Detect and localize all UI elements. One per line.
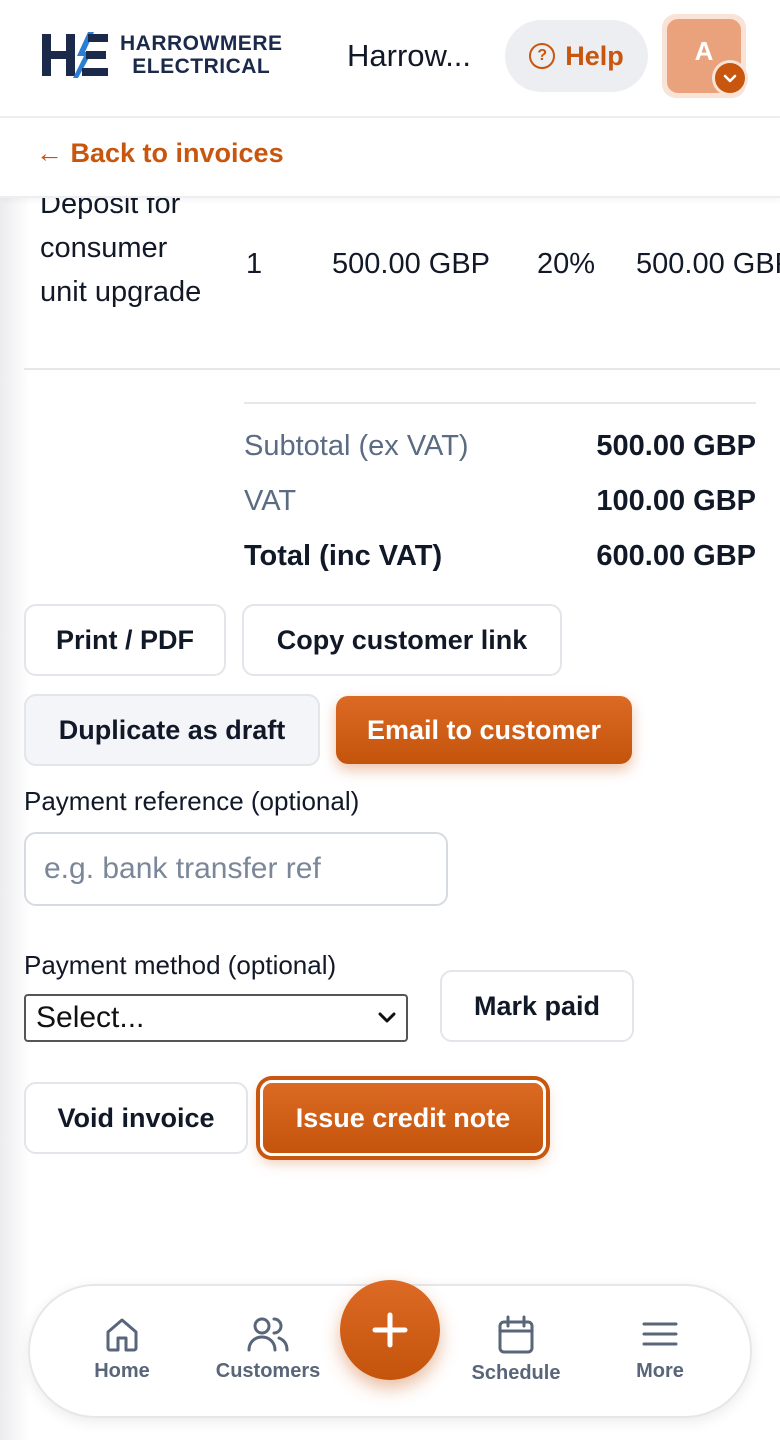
- print-pdf-button[interactable]: Print / PDF: [24, 604, 226, 676]
- chevron-down-icon: [378, 1012, 396, 1023]
- mark-paid-button[interactable]: Mark paid: [440, 970, 634, 1042]
- back-to-invoices-link[interactable]: ← Back to invoices: [36, 138, 284, 169]
- add-new-button[interactable]: [340, 1280, 440, 1380]
- plus-icon: [372, 1312, 408, 1348]
- nav-label-home: Home: [94, 1360, 150, 1382]
- nav-item-schedule[interactable]: Schedule: [446, 1314, 586, 1385]
- help-button[interactable]: ? Help: [505, 20, 648, 92]
- nav-label-schedule: Schedule: [471, 1362, 561, 1384]
- chevron-down-icon: [712, 60, 748, 96]
- copy-customer-link-button[interactable]: Copy customer link: [242, 604, 562, 676]
- vat-row: VAT 100.00 GBP: [244, 459, 756, 517]
- users-icon: [247, 1317, 289, 1352]
- payment-method-selected: Select...: [36, 1001, 145, 1034]
- invoice-totals: Subtotal (ex VAT) 500.00 GBP VAT 100.00 …: [244, 402, 756, 572]
- brand-logo[interactable]: HARROWMERE ELECTRICAL: [40, 30, 283, 80]
- question-circle-icon: ?: [529, 43, 556, 69]
- total-value: 600.00 GBP: [596, 540, 756, 572]
- total-label: Total (inc VAT): [244, 540, 443, 572]
- payment-method-select[interactable]: Select...: [24, 994, 408, 1042]
- payment-reference-label: Payment reference (optional): [24, 786, 360, 816]
- nav-label-customers: Customers: [215, 1360, 321, 1382]
- line-item-unit-price: 500.00 GBP: [332, 248, 490, 280]
- payment-reference-input[interactable]: [24, 832, 448, 906]
- line-item-vat-rate: 20%: [537, 248, 596, 280]
- duplicate-as-draft-button[interactable]: Duplicate as draft: [24, 694, 320, 766]
- issue-credit-note-button[interactable]: Issue credit note: [260, 1080, 546, 1156]
- calendar-icon: [498, 1315, 534, 1354]
- help-label: Help: [565, 40, 624, 71]
- back-bar: ← Back to invoices: [0, 118, 780, 198]
- app-header: HARROWMERE ELECTRICAL Harrow... ? Help A: [0, 0, 780, 118]
- logo-wordmark: HARROWMERE ELECTRICAL: [120, 32, 283, 78]
- payment-method-label: Payment method (optional): [24, 950, 337, 980]
- nav-item-home[interactable]: Home: [52, 1314, 192, 1383]
- line-item-quantity: 1: [246, 248, 263, 280]
- nav-label-more: More: [636, 1360, 684, 1382]
- email-to-customer-button[interactable]: Email to customer: [336, 696, 632, 764]
- logo-mark-icon: [42, 32, 108, 78]
- user-menu-button[interactable]: A: [662, 14, 748, 98]
- organization-name[interactable]: Harrow...: [347, 38, 487, 74]
- nav-item-customers[interactable]: Customers: [198, 1314, 338, 1383]
- nav-item-more[interactable]: More: [590, 1314, 730, 1383]
- menu-icon: [642, 1322, 678, 1346]
- line-item-description: Deposit for consumer unit upgrade: [40, 188, 202, 308]
- logo-line-2: ELECTRICAL: [132, 55, 271, 78]
- void-invoice-button[interactable]: Void invoice: [24, 1082, 248, 1154]
- total-row: Total (inc VAT) 600.00 GBP: [244, 514, 756, 572]
- logo-line-1: HARROWMERE: [120, 32, 283, 55]
- line-item-amount: 500.00 GBP: [636, 248, 780, 280]
- subtotal-row: Subtotal (ex VAT) 500.00 GBP: [244, 404, 756, 462]
- table-row: Deposit for consumer unit upgrade 1 500.…: [24, 170, 780, 370]
- home-icon: [106, 1318, 138, 1352]
